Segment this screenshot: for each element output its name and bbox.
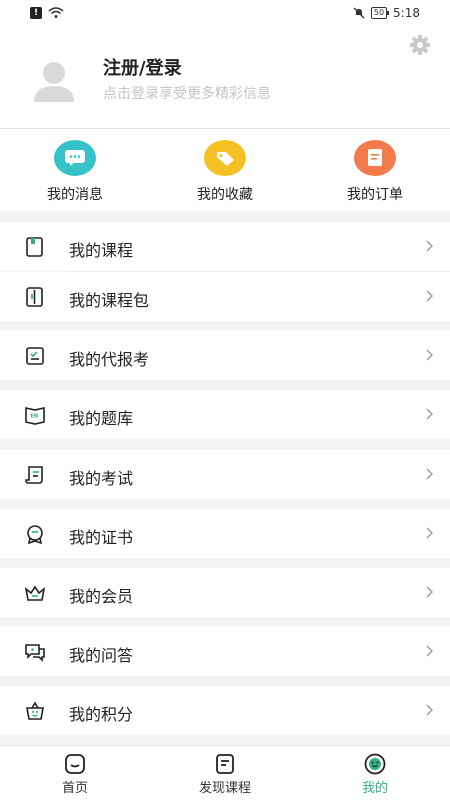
menu-item-membership[interactable]: 我的会员 <box>0 568 450 617</box>
wifi-icon <box>48 7 64 18</box>
menu-item-courses[interactable]: 我的课程 <box>0 222 450 271</box>
exam-icon <box>25 466 43 484</box>
course-icon <box>26 237 43 257</box>
tab-discover[interactable]: 发现课程 <box>150 746 300 800</box>
menu-label-certificates: 我的证书 <box>69 528 134 547</box>
chevron-right-icon <box>426 349 433 361</box>
menu-label-courses: 我的课程 <box>69 241 134 260</box>
quick-item-orders[interactable]: 我的订单 <box>300 129 450 211</box>
chevron-right-icon <box>426 527 433 539</box>
tab-label-home: 首页 <box>61 781 88 796</box>
points-icon <box>26 701 44 720</box>
status-bar: ! 50 5:18 <box>0 0 450 26</box>
chevron-right-icon <box>426 645 433 657</box>
home-icon <box>65 754 85 774</box>
favorite-icon <box>204 140 246 176</box>
message-icon <box>54 140 96 176</box>
login-hint: 点击登录享受更多精彩信息 <box>103 86 271 102</box>
menu-item-qa[interactable]: 我的问答 <box>0 627 450 676</box>
membership-icon <box>24 585 46 601</box>
quick-item-favorites[interactable]: 我的收藏 <box>150 129 300 211</box>
proxy-exam-icon <box>26 347 44 365</box>
status-time: 5:18 <box>393 6 420 20</box>
menu-label-proxy-exam: 我的代报考 <box>69 350 150 369</box>
svg-text:EN: EN <box>31 414 39 420</box>
qa-icon <box>25 644 45 662</box>
chevron-right-icon <box>426 290 433 302</box>
quick-label-orders: 我的订单 <box>347 187 403 203</box>
tab-home[interactable]: 首页 <box>0 746 150 800</box>
quick-label-messages: 我的消息 <box>47 187 103 203</box>
login-register-title[interactable]: 注册/登录 <box>103 54 182 80</box>
tab-mine[interactable]: 我的 <box>300 746 450 800</box>
chevron-right-icon <box>426 468 433 480</box>
menu-item-certificates[interactable]: 我的证书 <box>0 509 450 558</box>
tab-label-mine: 我的 <box>361 781 388 796</box>
question-bank-icon: EN <box>25 407 45 425</box>
chevron-right-icon <box>426 586 433 598</box>
menu-item-proxy-exam[interactable]: 我的代报考 <box>0 331 450 380</box>
menu-item-exams[interactable]: 我的考试 <box>0 450 450 499</box>
battery-icon: 50 <box>370 7 390 19</box>
menu-item-points[interactable]: 我的积分 <box>0 686 450 735</box>
quick-item-messages[interactable]: 我的消息 <box>0 129 150 211</box>
menu-item-course-packs[interactable]: 我的课程包 <box>0 272 450 321</box>
profile-header[interactable]: 注册/登录 点击登录享受更多精彩信息 <box>0 26 450 129</box>
mine-icon <box>364 753 386 775</box>
bottom-tab-bar: 首页 发现课程 我的 <box>0 745 450 800</box>
discover-icon <box>216 754 234 774</box>
certificate-icon <box>27 525 43 544</box>
menu-label-qa: 我的问答 <box>69 646 134 665</box>
menu-label-course-packs: 我的课程包 <box>69 291 150 310</box>
quick-actions: 我的消息 我的收藏 我的订单 <box>0 129 450 211</box>
mute-icon <box>353 7 365 19</box>
quick-label-favorites: 我的收藏 <box>197 187 253 203</box>
menu-label-points: 我的积分 <box>69 705 134 724</box>
chevron-right-icon <box>426 240 433 252</box>
menu-label-membership: 我的会员 <box>69 587 134 606</box>
course-pack-icon <box>26 287 43 307</box>
chevron-right-icon <box>426 408 433 420</box>
tab-label-discover: 发现课程 <box>198 781 251 796</box>
notification-alert-icon: ! <box>30 7 42 19</box>
chevron-right-icon <box>426 704 433 716</box>
gear-icon[interactable] <box>409 34 431 56</box>
order-icon <box>354 140 396 176</box>
avatar[interactable] <box>30 56 78 104</box>
menu-label-exams: 我的考试 <box>69 469 134 488</box>
menu-label-question-bank: 我的题库 <box>69 409 134 428</box>
menu-item-question-bank[interactable]: EN 我的题库 <box>0 390 450 439</box>
